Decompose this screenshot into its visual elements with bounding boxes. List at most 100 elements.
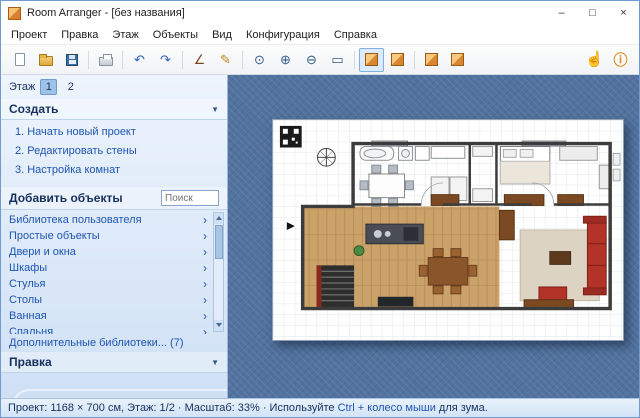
show-3d-box-button[interactable] — [385, 48, 410, 72]
ruler-icon: ∠ — [194, 53, 206, 66]
scroll-up-icon[interactable] — [214, 213, 223, 224]
scroll-down-icon[interactable] — [214, 320, 223, 331]
collapse-arrow-icon: ▼ — [211, 105, 219, 114]
status-hint: Ctrl + колесо мыши — [338, 402, 436, 414]
new-document-icon — [15, 53, 25, 66]
scrollbar-track[interactable] — [214, 224, 223, 320]
measure-button[interactable]: ∠ — [187, 48, 212, 72]
category-tables[interactable]: Столы › — [1, 292, 227, 308]
category-simple-objects[interactable]: Простые объекты › — [1, 228, 227, 244]
printer-icon — [99, 57, 113, 66]
compass-icon — [317, 148, 335, 166]
floor-label: Этаж — [9, 81, 35, 93]
chevron-right-icon: › — [203, 277, 207, 291]
redo-button[interactable]: ↷ — [153, 48, 178, 72]
chevron-right-icon: › — [203, 245, 207, 259]
menu-objects[interactable]: Объекты — [146, 27, 205, 43]
plan-canvas[interactable] — [228, 75, 639, 398]
status-text-tail: для зума. — [436, 402, 488, 414]
zoom-in-icon: ⊕ — [280, 53, 291, 66]
save-floppy-icon — [66, 54, 78, 66]
collapse-arrow-icon: ▼ — [211, 358, 219, 367]
create-links: 1. Начать новый проект 2. Редактировать … — [1, 120, 227, 187]
object-search-input[interactable] — [161, 190, 219, 206]
zoom-window-button[interactable]: ⊙ — [247, 48, 272, 72]
content-area: Этаж 1 2 Создать ▼ 1. Начать новый проек… — [1, 75, 639, 398]
app-window: Room Arranger - [без названия] – □ × Про… — [0, 0, 640, 418]
toolbar: ↶ ↷ ∠ ✎ ⊙ ⊕ ⊖ ▭ ☝ ⓘ — [1, 45, 639, 75]
qr-code — [280, 126, 302, 148]
create-section-header[interactable]: Создать ▼ — [1, 99, 227, 120]
category-scrollbar[interactable] — [213, 212, 224, 332]
category-bedroom[interactable]: Спальня › — [1, 324, 227, 334]
export-3d-button[interactable] — [445, 48, 470, 72]
menu-view[interactable]: Вид — [205, 27, 239, 43]
edit-walls-link[interactable]: 2. Редактировать стены — [1, 143, 227, 162]
chevron-right-icon: › — [203, 325, 207, 334]
room-setup-link[interactable]: 3. Настройка комнат — [1, 162, 227, 181]
toolbar-separator — [242, 51, 243, 69]
floor-plan-sheet[interactable] — [272, 119, 624, 341]
create-section-title: Создать — [9, 102, 58, 116]
add-objects-title: Добавить объекты — [9, 191, 123, 205]
status-bar: Проект: 1168 × 700 см, Этаж: 1/2 · Масшт… — [1, 398, 639, 417]
menu-bar: Проект Правка Этаж Объекты Вид Конфигура… — [1, 25, 639, 45]
toolbar-separator — [354, 51, 355, 69]
category-cabinets[interactable]: Шкафы › — [1, 260, 227, 276]
window-title: Room Arranger - [без названия] — [27, 7, 185, 19]
info-button[interactable]: ⓘ — [608, 48, 633, 72]
maximize-button[interactable]: □ — [577, 1, 608, 25]
menu-edit[interactable]: Правка — [54, 27, 105, 43]
zoom-all-button[interactable]: ▭ — [325, 48, 350, 72]
menu-floor[interactable]: Этаж — [105, 27, 145, 43]
plant — [354, 246, 364, 256]
print-button[interactable] — [93, 48, 118, 72]
bathroom-fixtures — [360, 147, 465, 161]
undo-icon: ↶ — [134, 53, 145, 66]
window-controls: – □ × — [546, 1, 639, 25]
walk-3d-button[interactable] — [419, 48, 444, 72]
zoom-in-button[interactable]: ⊕ — [273, 48, 298, 72]
chevron-right-icon: › — [203, 261, 207, 275]
tv-unit — [378, 297, 414, 307]
edit-section-header[interactable]: Правка ▼ — [1, 352, 227, 373]
info-icon: ⓘ — [614, 53, 628, 67]
chevron-right-icon: › — [203, 309, 207, 323]
pointer-mode-button[interactable]: ☝ — [582, 48, 607, 72]
cube-3d-icon — [365, 53, 378, 66]
menu-configuration[interactable]: Конфигурация — [239, 27, 327, 43]
menu-project[interactable]: Проект — [4, 27, 54, 43]
scrollbar-thumb[interactable] — [215, 225, 223, 259]
view-3d-button[interactable] — [359, 48, 384, 72]
chevron-right-icon: › — [203, 213, 207, 227]
category-bathroom[interactable]: Ванная › — [1, 308, 227, 324]
stairs — [317, 265, 355, 307]
category-user-library[interactable]: Библиотека пользователя › — [1, 212, 227, 228]
toolbar-separator — [182, 51, 183, 69]
floor-plan-image — [273, 120, 623, 340]
open-button[interactable] — [33, 48, 58, 72]
zoom-out-button[interactable]: ⊖ — [299, 48, 324, 72]
redo-icon: ↷ — [160, 53, 171, 66]
undo-button[interactable]: ↶ — [127, 48, 152, 72]
zoom-extents-icon: ▭ — [331, 53, 343, 66]
cube-3d-icon — [451, 53, 464, 66]
save-button[interactable] — [59, 48, 84, 72]
category-doors-windows[interactable]: Двери и окна › — [1, 244, 227, 260]
more-libraries-link[interactable]: Дополнительные библиотеки... (7) — [1, 334, 227, 352]
close-button[interactable]: × — [608, 1, 639, 25]
kitchen-island — [366, 224, 423, 244]
sidebar: Этаж 1 2 Создать ▼ 1. Начать новый проек… — [1, 75, 228, 398]
new-button[interactable] — [7, 48, 32, 72]
draw-button[interactable]: ✎ — [213, 48, 238, 72]
menu-help[interactable]: Справка — [327, 27, 384, 43]
floor-tab-2[interactable]: 2 — [62, 79, 79, 95]
floor-tab-1[interactable]: 1 — [40, 79, 57, 95]
start-new-project-link[interactable]: 1. Начать новый проект — [1, 124, 227, 143]
cube-3d-icon — [391, 53, 404, 66]
minimize-button[interactable]: – — [546, 1, 577, 25]
category-chairs[interactable]: Стулья › — [1, 276, 227, 292]
zoom-out-icon: ⊖ — [306, 53, 317, 66]
app-icon — [8, 7, 21, 20]
magnifier-icon: ⊙ — [254, 53, 265, 66]
